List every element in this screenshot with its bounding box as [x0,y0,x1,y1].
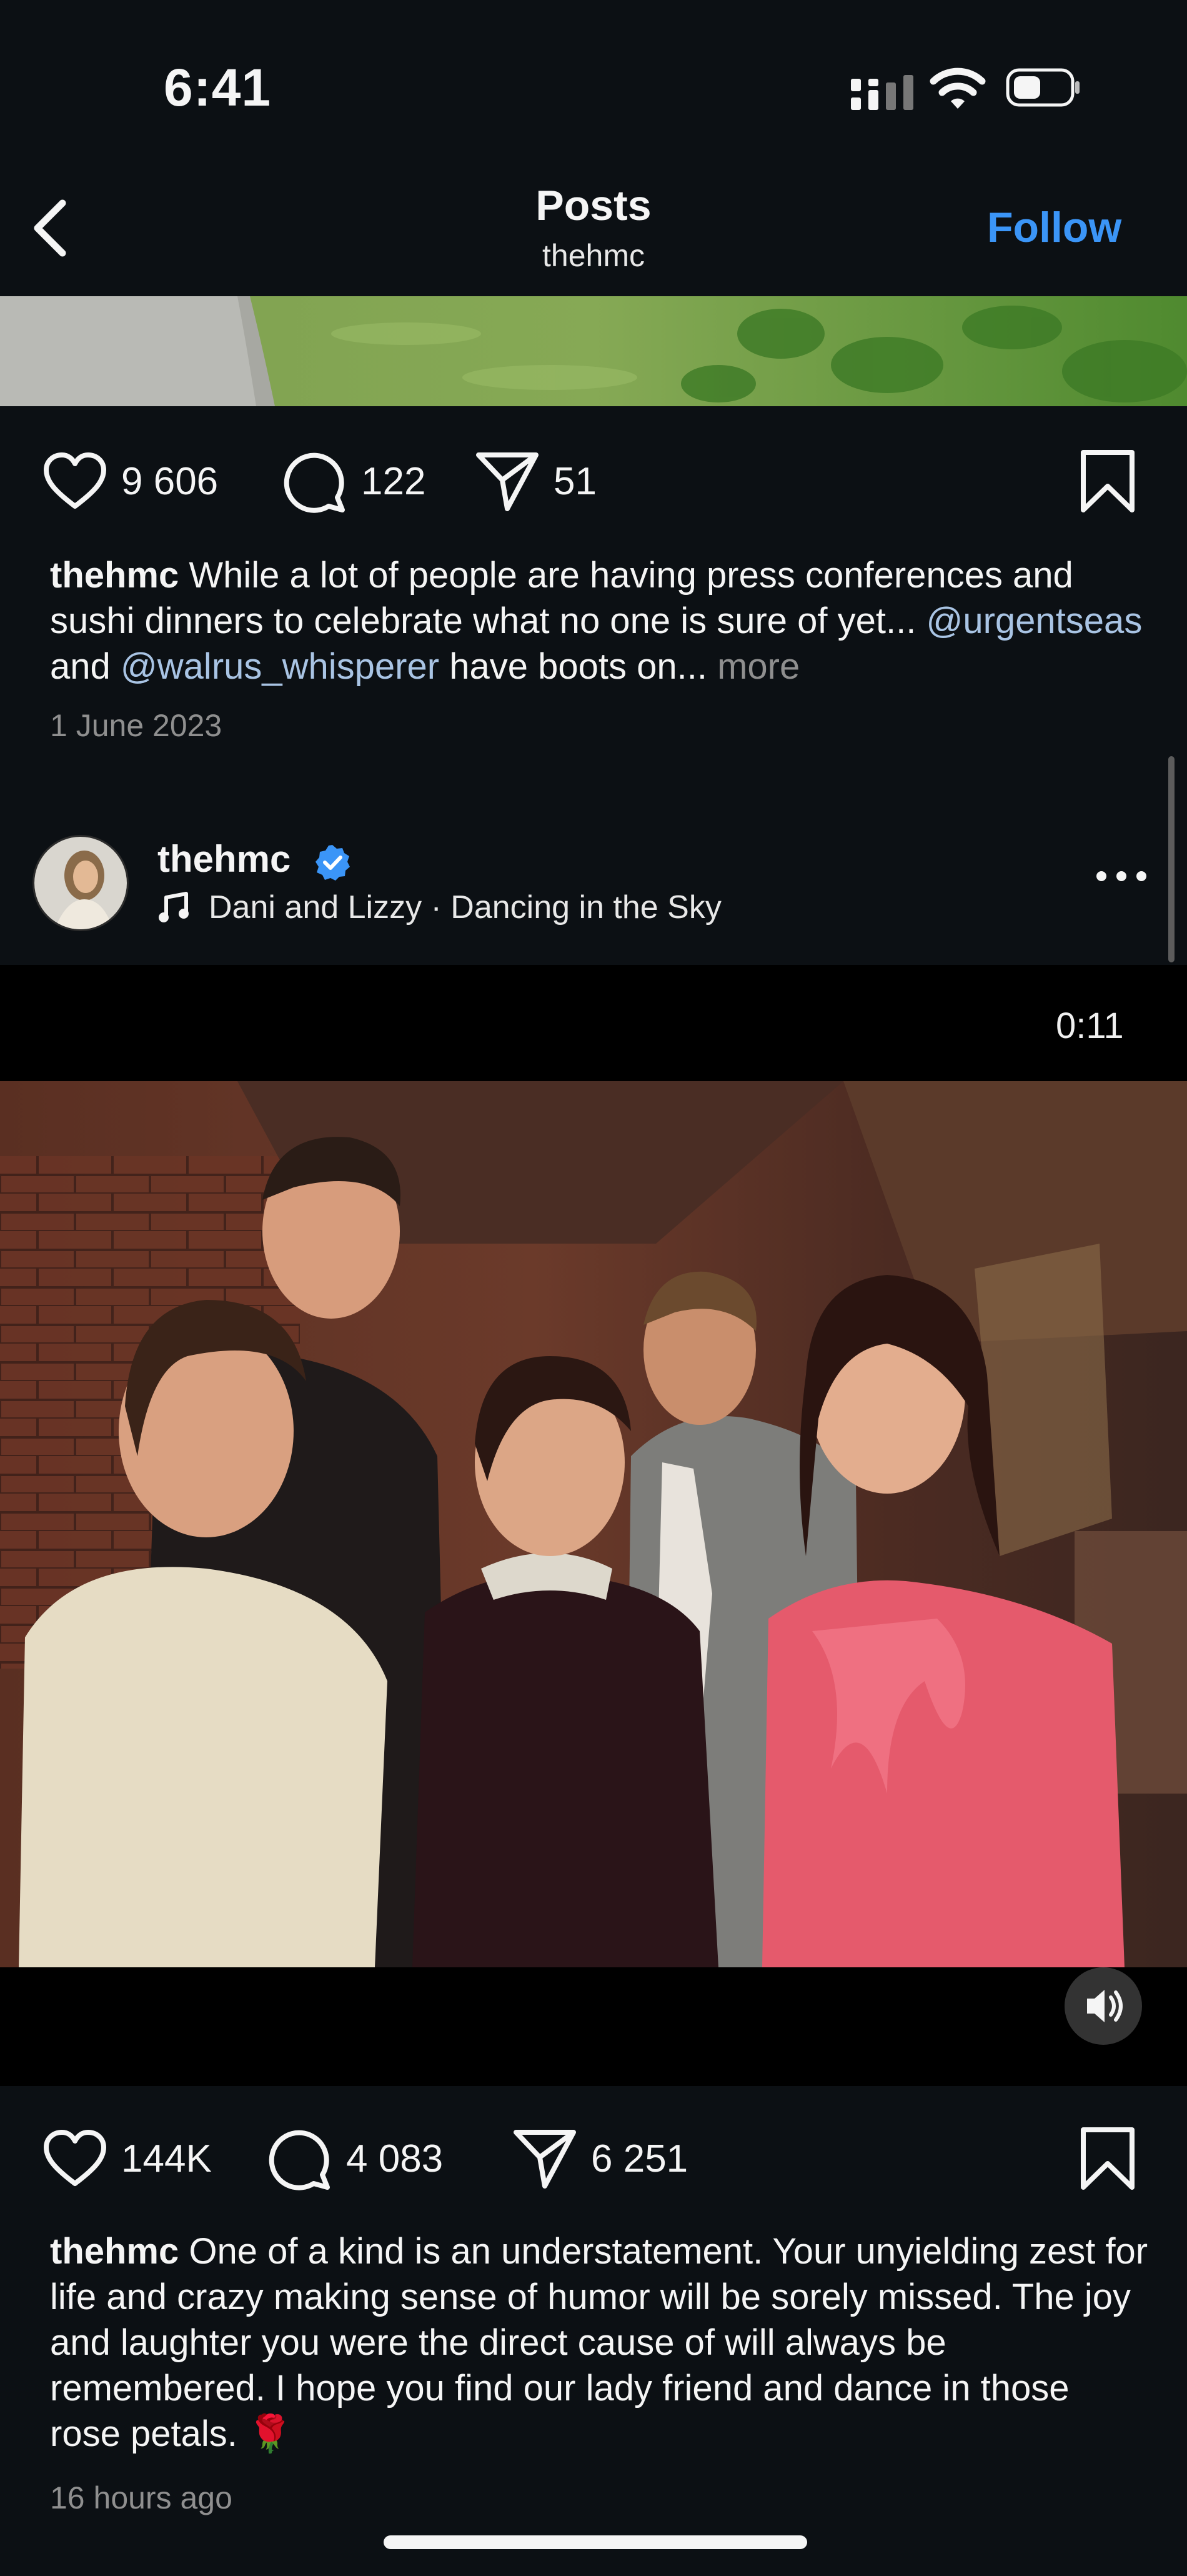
video-frame[interactable] [0,1081,1187,1967]
post1-action-bar: 9 606 122 51 [0,437,1187,525]
cellular-signal-icon [851,75,913,110]
heart-icon [44,452,106,509]
post-image-grass-scene [0,296,1187,406]
post2-action-bar: 144K 4 083 6 251 [0,2115,1187,2202]
mention-link[interactable]: @urgentseas [926,601,1142,641]
post2-username[interactable]: thehmc [157,837,291,881]
post1-date: 1 June 2023 [50,708,222,743]
bookmark-icon [1081,2127,1135,2190]
post2-caption: thehmc One of a kind is an understatemen… [50,2229,1150,2457]
avatar-image [34,837,127,929]
caption-tail: have boots on... [449,646,707,687]
caption-username[interactable]: thehmc [50,555,179,596]
post1-share-count: 51 [554,459,597,503]
audio-track-label: Dani and Lizzy · Dancing in the Sky [209,889,722,926]
avatar[interactable] [32,835,129,931]
post1-share-button[interactable]: 51 [475,437,597,525]
post2-comment-count: 4 083 [346,2137,444,2180]
more-dots-icon[interactable] [1090,857,1153,895]
comment-icon [269,2130,330,2190]
post2-like-count: 144K [121,2137,212,2180]
share-icon [514,2130,576,2189]
post2-save-button[interactable] [1080,2115,1136,2202]
post1-comment-count: 122 [361,459,426,503]
volume-icon [1087,1990,1123,2022]
wifi-icon [930,67,986,109]
rose-emoji: 🌹 [247,2414,293,2454]
status-time: 6:41 [164,58,272,117]
home-indicator[interactable] [384,2535,807,2549]
post2-time-ago: 16 hours ago [50,2480,232,2515]
post1-save-button[interactable] [1080,437,1136,525]
caption-text: One of a kind is an understatement. Your… [50,2231,1148,2454]
share-icon [476,452,539,511]
bookmark-icon [1081,450,1135,512]
verified-icon [315,845,350,881]
audio-track[interactable]: Dani and Lizzy · Dancing in the Sky [157,889,722,926]
comment-icon [284,452,345,513]
scrollbar-thumb[interactable] [1168,756,1175,962]
post2-share-count: 6 251 [591,2137,688,2180]
post2-share-button[interactable]: 6 251 [512,2115,688,2202]
caption-username[interactable]: thehmc [50,2231,179,2272]
battery-icon [1006,68,1080,107]
music-note-icon [159,892,189,922]
post1-like-count: 9 606 [121,459,219,503]
mention-link[interactable]: @walrus_whisperer [121,646,439,687]
caption-text: While a lot of people are having press c… [50,555,1073,641]
post1-comment-button[interactable]: 122 [282,437,425,525]
post1-caption: thehmc While a lot of people are having … [50,552,1150,689]
video-timer: 0:11 [1056,1006,1124,1046]
heart-icon [44,2130,106,2186]
post2-comment-button[interactable]: 4 083 [267,2115,443,2202]
post-image-previous[interactable] [0,296,1187,406]
video-frame-image [0,1081,1187,1967]
follow-button[interactable]: Follow [987,203,1121,252]
post1-like-button[interactable]: 9 606 [42,437,218,525]
post2-like-button[interactable]: 144K [42,2115,212,2202]
more-link[interactable]: more [717,646,800,687]
volume-button[interactable] [1065,1967,1142,2045]
caption-conjunction: and [50,646,111,687]
